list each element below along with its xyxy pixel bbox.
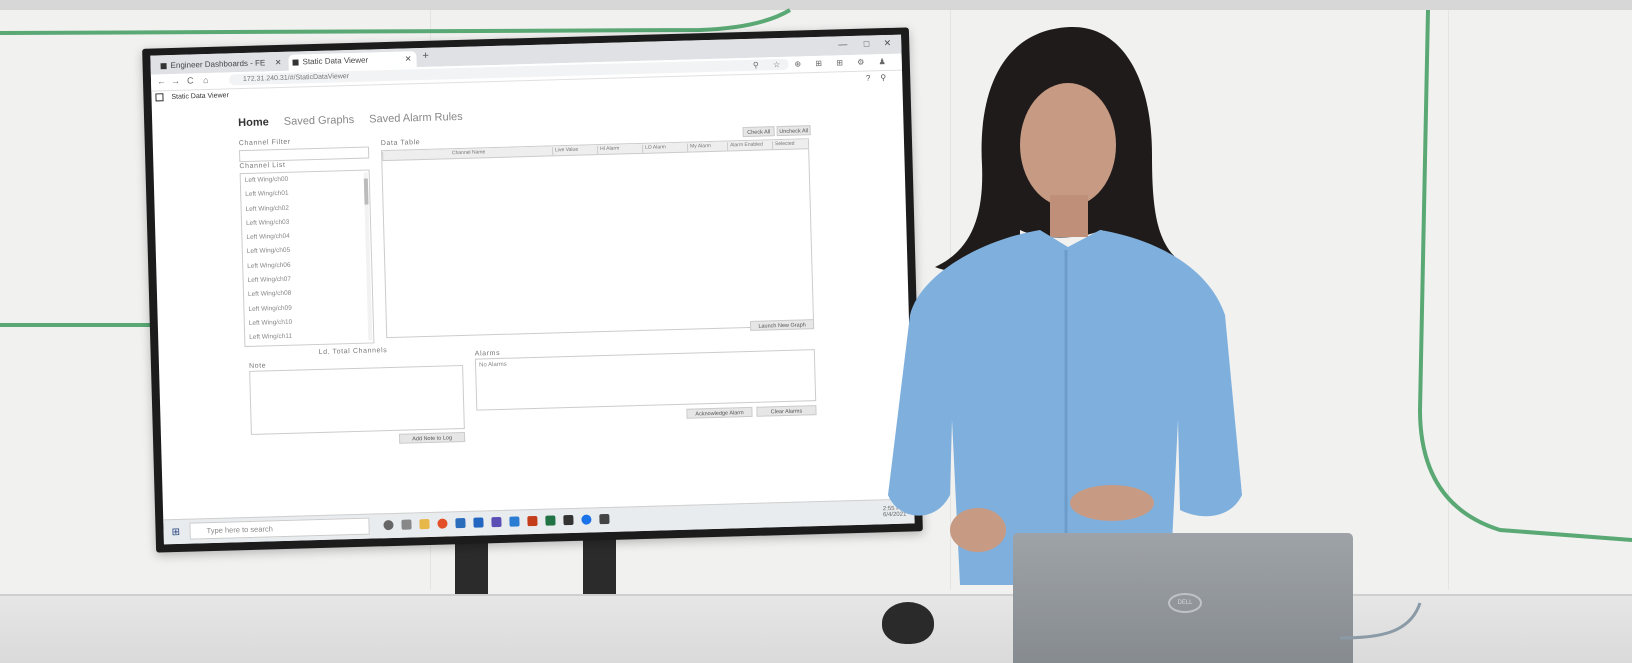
browser-icon[interactable] xyxy=(581,514,592,525)
studio-scene: Engineer Dashboards - FE ✕ Static Data V… xyxy=(0,0,1632,663)
data-table-header: Channel Name Live Value HI Alarm LO Alar… xyxy=(382,139,809,162)
app-icon[interactable] xyxy=(599,513,610,525)
alarms-box: No Alarms xyxy=(474,349,817,411)
favicon-icon xyxy=(160,63,167,70)
excel-icon[interactable] xyxy=(545,515,556,526)
alarms-label: Alarms xyxy=(474,349,501,358)
uncheck-all-button[interactable]: Uncheck All xyxy=(776,125,811,137)
windows-start-icon[interactable]: ⊞ xyxy=(171,527,180,538)
channel-filter-input[interactable] xyxy=(238,146,370,163)
app-nav: Home Saved Graphs Saved Alarm Rules xyxy=(238,111,475,129)
acknowledge-alarm-button[interactable]: Acknowledge Alarm xyxy=(686,406,753,419)
column-header[interactable]: Channel Name xyxy=(382,147,553,161)
minimize-button[interactable]: — xyxy=(838,39,847,49)
favicon-icon xyxy=(292,59,299,66)
left-hand xyxy=(950,508,1006,552)
column-header[interactable]: Alarm Enabled xyxy=(726,141,773,151)
forward-button[interactable]: → xyxy=(171,76,180,86)
note-textarea[interactable] xyxy=(249,364,465,435)
app-title: Static Data Viewer xyxy=(171,92,229,101)
add-note-button[interactable]: Add Note to Log xyxy=(398,431,466,444)
back-button[interactable]: ← xyxy=(157,76,166,86)
new-tab-button[interactable]: + xyxy=(422,50,429,62)
onenote-icon[interactable] xyxy=(491,516,502,528)
nav-home[interactable]: Home xyxy=(238,116,269,129)
taskbar-search-input[interactable]: Type here to search xyxy=(189,517,370,540)
home-button[interactable]: ⌂ xyxy=(203,75,209,85)
scrollbar-thumb[interactable] xyxy=(363,178,369,205)
nav-saved-alarm-rules[interactable]: Saved Alarm Rules xyxy=(369,111,463,126)
powerpoint-icon[interactable] xyxy=(527,515,538,527)
column-header[interactable]: HI Alarm xyxy=(597,144,643,155)
app-title-bar: Static Data Viewer xyxy=(155,91,229,102)
list-item[interactable]: Left Wing/ch11 xyxy=(245,328,373,346)
outlook-icon[interactable] xyxy=(455,517,466,529)
maximize-button[interactable]: □ xyxy=(864,39,870,49)
help-icon[interactable]: ? xyxy=(866,73,881,82)
file-explorer-icon[interactable] xyxy=(419,518,430,530)
teams-icon[interactable] xyxy=(473,517,484,528)
chrome-icon[interactable] xyxy=(437,518,448,529)
clear-alarms-button[interactable]: Clear Alarms xyxy=(756,405,817,417)
monitor-screen: Engineer Dashboards - FE ✕ Static Data V… xyxy=(150,34,915,545)
close-tab-icon[interactable]: ✕ xyxy=(275,55,282,71)
channel-list-label: Channel List xyxy=(239,161,286,171)
nav-saved-graphs[interactable]: Saved Graphs xyxy=(284,114,355,128)
word-icon[interactable] xyxy=(509,516,520,527)
column-header[interactable]: Live Value xyxy=(552,146,598,156)
cortana-icon[interactable] xyxy=(383,519,394,531)
task-view-icon[interactable] xyxy=(401,519,412,530)
computer-mouse xyxy=(882,602,934,644)
alarms-text: No Alarms xyxy=(479,361,507,369)
column-header[interactable]: Selected xyxy=(771,140,809,150)
apps-grid-icon[interactable] xyxy=(155,93,164,102)
laptop: DELL xyxy=(1013,533,1353,663)
tab-label: Static Data Viewer xyxy=(302,55,369,67)
right-hand xyxy=(1070,485,1154,521)
column-header[interactable]: LO Alarm xyxy=(641,143,688,153)
close-tab-icon[interactable]: ✕ xyxy=(405,51,412,67)
note-label: Note xyxy=(248,362,267,370)
launch-new-graph-button[interactable]: Launch New Graph xyxy=(749,319,815,331)
channel-filter-label: Channel Filter xyxy=(238,138,291,148)
terminal-icon[interactable] xyxy=(563,514,574,526)
channel-list[interactable]: Left Wing/ch00 Left Wing/ch01 Left Wing/… xyxy=(239,169,375,348)
data-table: Channel Name Live Value HI Alarm LO Alar… xyxy=(381,138,815,339)
data-table-label: Data Table xyxy=(380,139,421,148)
tab-label: Engineer Dashboards - FE xyxy=(170,58,266,71)
column-header[interactable]: My Alarm xyxy=(686,142,728,152)
monitor: Engineer Dashboards - FE ✕ Static Data V… xyxy=(142,27,923,553)
face xyxy=(1020,83,1116,207)
neck xyxy=(1050,195,1088,237)
total-channels: Ld. Total Channels xyxy=(318,347,388,356)
laptop-cable xyxy=(1339,602,1422,640)
check-all-button[interactable]: Check All xyxy=(742,126,775,138)
reload-button[interactable]: C xyxy=(187,75,194,85)
dell-logo: DELL xyxy=(1168,593,1202,613)
